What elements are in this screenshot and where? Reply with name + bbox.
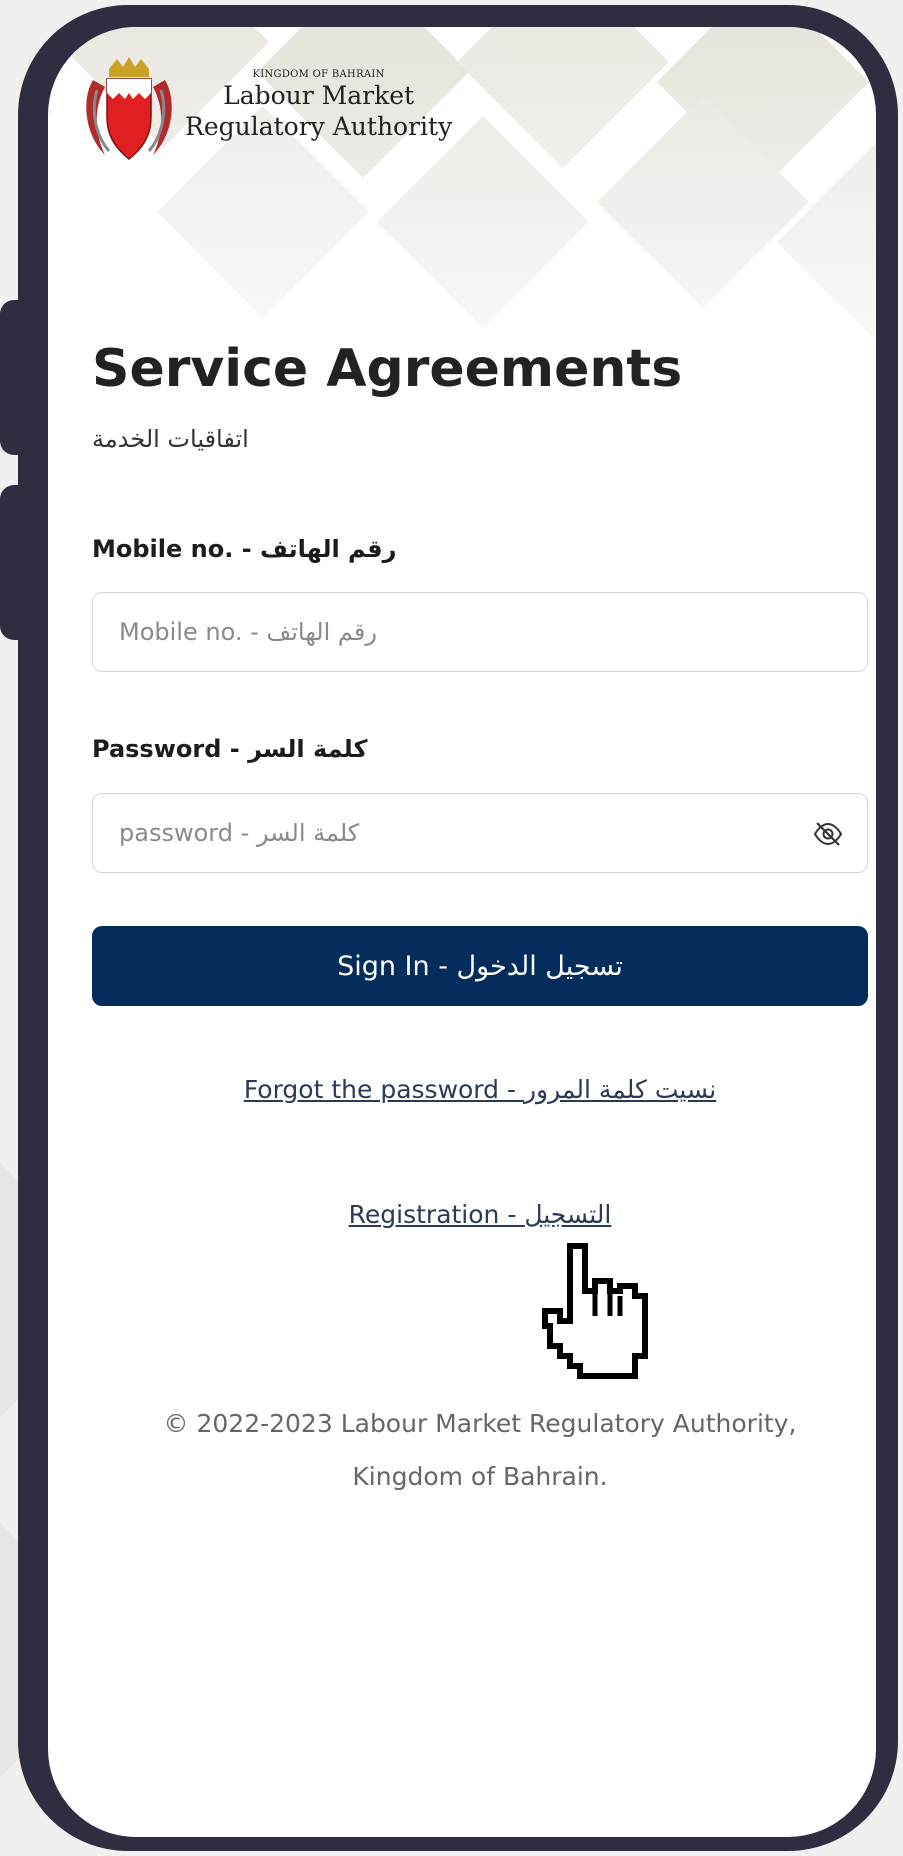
logo-name-line1: Labour Market	[223, 80, 415, 110]
mobile-input[interactable]	[93, 593, 867, 671]
logo-kingdom-text: KINGDOM OF BAHRAIN	[252, 68, 385, 80]
bahrain-emblem-icon	[86, 57, 172, 160]
copyright-line2: Kingdom of Bahrain.	[352, 1462, 608, 1491]
forgot-password-link[interactable]: Forgot the password - نسيت كلمة المرور	[92, 1075, 868, 1104]
registration-link[interactable]: Registration - التسجيل	[92, 1200, 868, 1229]
password-label: Password - كلمة السر	[92, 735, 368, 763]
page-title: Service Agreements	[92, 339, 683, 399]
password-field	[92, 793, 868, 873]
eye-slash-icon[interactable]	[813, 820, 843, 848]
lmra-logo: KINGDOM OF BAHRAIN Labour Market Regulat…	[83, 55, 452, 165]
hand-pointer-icon	[542, 1243, 648, 1379]
page-subtitle: اتفاقيات الخدمة	[92, 425, 249, 453]
phone-frame: KINGDOM OF BAHRAIN Labour Market Regulat…	[18, 5, 898, 1851]
password-input[interactable]	[93, 794, 867, 872]
mobile-field	[92, 592, 868, 672]
phone-screen: KINGDOM OF BAHRAIN Labour Market Regulat…	[48, 27, 876, 1837]
copyright-footer: © 2022-2023 Labour Market Regulatory Aut…	[92, 1397, 868, 1503]
copyright-line1: © 2022-2023 Labour Market Regulatory Aut…	[163, 1409, 797, 1438]
sign-in-button[interactable]: Sign In - تسجيل الدخول	[92, 926, 868, 1006]
mobile-label: Mobile no. - رقم الهاتف	[92, 535, 397, 563]
logo-name-line2: Regulatory Authority	[185, 111, 453, 141]
